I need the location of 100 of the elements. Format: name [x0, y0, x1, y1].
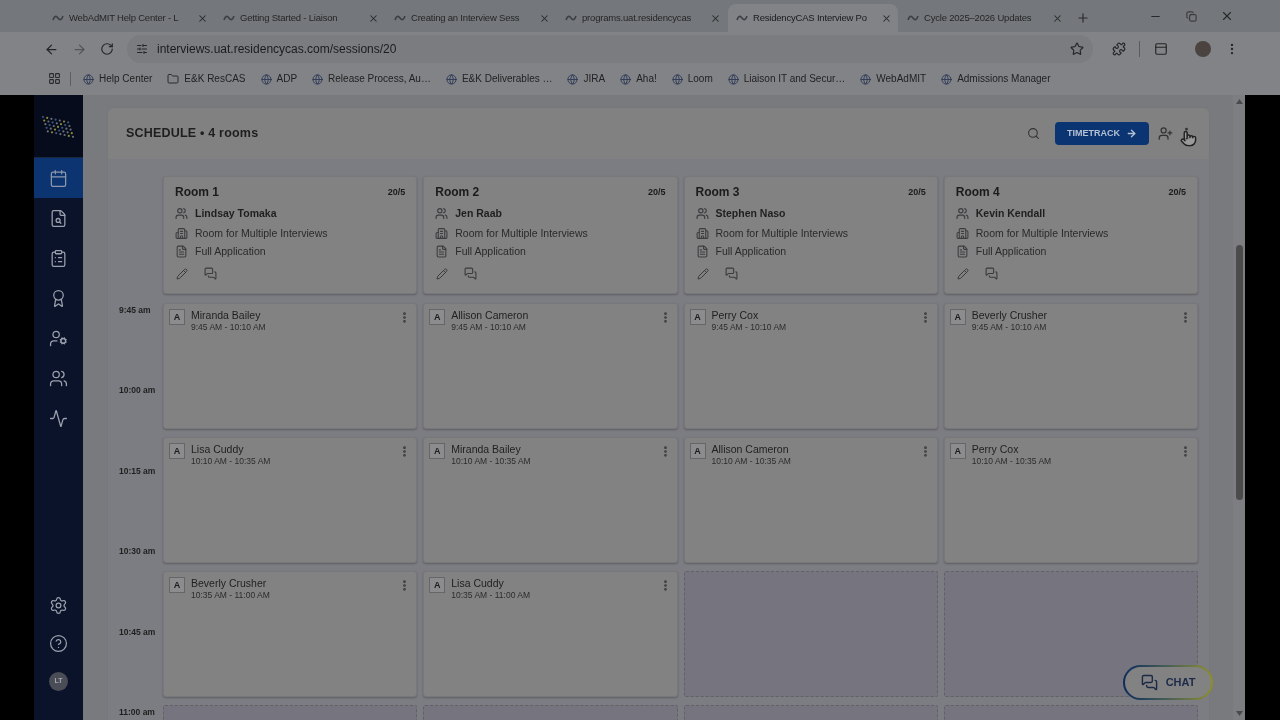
applicant-name: Beverly Crusher — [971, 309, 1048, 322]
interview-slot[interactable]: A Perry Cox 9:45 AM - 10:10 AM — [683, 303, 938, 429]
forward-icon[interactable] — [71, 41, 87, 57]
people-icon — [435, 207, 449, 220]
scroll-down-icon[interactable] — [1235, 711, 1243, 716]
globe-icon — [671, 73, 683, 85]
initial-badge: A — [429, 309, 446, 325]
room-name: Room 4 — [955, 185, 1000, 199]
application-type: Full Application — [975, 245, 1047, 258]
timetrack-button[interactable]: TIMETRACK — [1055, 122, 1149, 145]
bookmark-link[interactable]: Release Process, Au… — [312, 71, 431, 87]
scrollbar-thumb[interactable] — [1235, 245, 1243, 500]
address-field[interactable]: interviews.uat.residencycas.com/sessions/20 — [127, 35, 1093, 63]
file-search-icon — [49, 208, 68, 228]
interview-time: 10:35 AM - 11:00 AM — [451, 590, 530, 600]
edit-icon[interactable] — [176, 267, 188, 280]
bookmark-link[interactable]: E&K Deliverables … — [445, 71, 553, 87]
help-icon[interactable] — [49, 633, 68, 653]
close-icon[interactable] — [368, 12, 379, 24]
chat-button[interactable]: CHAT — [1123, 665, 1213, 700]
bookmark-link[interactable]: JIRA — [567, 71, 606, 87]
profile-avatar-icon[interactable] — [1195, 41, 1211, 57]
applicant-name: Perry Cox — [971, 443, 1020, 456]
building-icon — [955, 227, 969, 240]
close-icon[interactable] — [1052, 12, 1063, 24]
initial-badge: A — [949, 309, 966, 325]
globe-icon — [567, 73, 579, 85]
interview-slot[interactable]: A Beverly Crusher 10:35 AM - 11:00 AM — [163, 571, 418, 697]
interview-slot[interactable]: A Allison Cameron 10:10 AM - 10:35 AM — [683, 437, 938, 563]
edit-icon[interactable] — [956, 267, 969, 280]
comments-icon[interactable] — [724, 267, 738, 280]
browser-tab[interactable]: WebAdMIT Help Center - L — [44, 4, 214, 32]
tab-search-icon[interactable] — [1154, 42, 1168, 56]
interview-slot[interactable]: A Perry Cox 10:10 AM - 10:35 AM — [943, 437, 1198, 563]
sidebar-item[interactable] — [34, 158, 83, 198]
bookmark-link[interactable]: Admissions Manager — [941, 71, 1051, 87]
schedule-title: SCHEDULE • 4 rooms — [126, 126, 259, 141]
back-icon[interactable] — [43, 41, 59, 57]
time-label: 10:45 am — [119, 626, 157, 637]
bookmark-star-icon[interactable] — [1070, 42, 1084, 56]
applicant-name: Allison Cameron — [711, 443, 790, 456]
browser-tab[interactable]: ResidencyCAS Interview Po — [728, 4, 898, 32]
apps-icon[interactable] — [48, 72, 61, 85]
close-icon[interactable] — [539, 12, 550, 24]
building-icon — [695, 227, 709, 240]
clipboard-list-icon — [49, 248, 68, 268]
interview-time: 9:45 AM - 10:10 AM — [191, 322, 266, 332]
browser-tab[interactable]: Creating an Interview Sess — [386, 4, 556, 32]
reload-icon[interactable] — [100, 42, 114, 56]
room-capacity: 20/5 — [908, 186, 926, 198]
bookmark-link[interactable]: WebAdMIT — [860, 71, 927, 87]
interview-slot[interactable]: A Allison Cameron 9:45 AM - 10:10 AM — [423, 303, 678, 429]
interview-slot[interactable]: A Miranda Bailey 9:45 AM - 10:10 AM — [163, 303, 418, 429]
applicant-name: Lisa Cuddy — [451, 577, 505, 590]
bookmark-link[interactable]: Liaison IT and Secur… — [727, 71, 846, 87]
edit-icon[interactable] — [696, 267, 709, 280]
close-icon[interactable] — [881, 12, 892, 24]
scrollbar-track[interactable] — [1233, 95, 1245, 720]
building-icon — [175, 227, 188, 240]
settings-icon[interactable] — [49, 595, 68, 615]
document-icon — [435, 245, 449, 258]
interview-slot[interactable]: A Miranda Bailey 10:10 AM - 10:35 AM — [423, 437, 678, 563]
restore-icon[interactable] — [1185, 10, 1197, 22]
interview-time: 9:45 AM - 10:10 AM — [711, 322, 787, 332]
bookmark-link[interactable]: Aha! — [620, 71, 657, 87]
close-icon[interactable] — [710, 12, 721, 24]
interview-time: 10:10 AM - 10:35 AM — [711, 456, 791, 466]
interview-slot[interactable]: A Lisa Cuddy 10:35 AM - 11:00 AM — [423, 571, 678, 697]
bookmark-link[interactable]: Help Center — [83, 71, 153, 87]
browser-tab[interactable]: programs.uat.residencycas — [557, 4, 727, 32]
scroll-up-icon[interactable] — [1235, 99, 1243, 104]
globe-icon — [445, 73, 457, 85]
people-icon — [955, 207, 969, 220]
interview-time: 10:35 AM - 11:00 AM — [191, 590, 270, 600]
comments-icon[interactable] — [464, 267, 478, 280]
close-icon[interactable] — [197, 12, 208, 24]
edit-icon[interactable] — [436, 267, 449, 280]
bookmark-link[interactable]: ADP — [260, 71, 298, 87]
time-label: 10:15 am — [119, 465, 157, 476]
interview-time: 10:10 AM - 10:35 AM — [971, 456, 1052, 466]
empty-slot[interactable] — [943, 571, 1198, 697]
browser-tab[interactable]: Cycle 2025–2026 Updates — [899, 4, 1069, 32]
close-window-icon[interactable] — [1220, 9, 1234, 23]
bookmark-link[interactable]: E&K ResCAS — [167, 71, 246, 87]
interview-slot[interactable]: A Beverly Crusher 9:45 AM - 10:10 AM — [943, 303, 1198, 429]
applicant-name: Beverly Crusher — [191, 577, 268, 590]
comments-icon[interactable] — [984, 267, 998, 280]
new-tab-icon[interactable] — [1076, 11, 1090, 25]
site-favicon-icon — [736, 13, 748, 23]
bookmark-link[interactable]: Loom — [671, 71, 713, 87]
interview-slot[interactable]: A Lisa Cuddy 10:10 AM - 10:35 AM — [163, 437, 418, 563]
add-user-icon[interactable] — [1158, 126, 1173, 141]
search-icon[interactable] — [1027, 127, 1040, 140]
globe-icon — [83, 73, 94, 85]
comments-icon[interactable] — [204, 267, 217, 280]
browser-tab[interactable]: Getting Started - Liaison — [215, 4, 385, 32]
building-icon — [435, 227, 449, 240]
applicant-name: Miranda Bailey — [191, 309, 262, 322]
extensions-icon[interactable] — [1112, 42, 1126, 56]
site-info-icon[interactable] — [136, 43, 148, 55]
